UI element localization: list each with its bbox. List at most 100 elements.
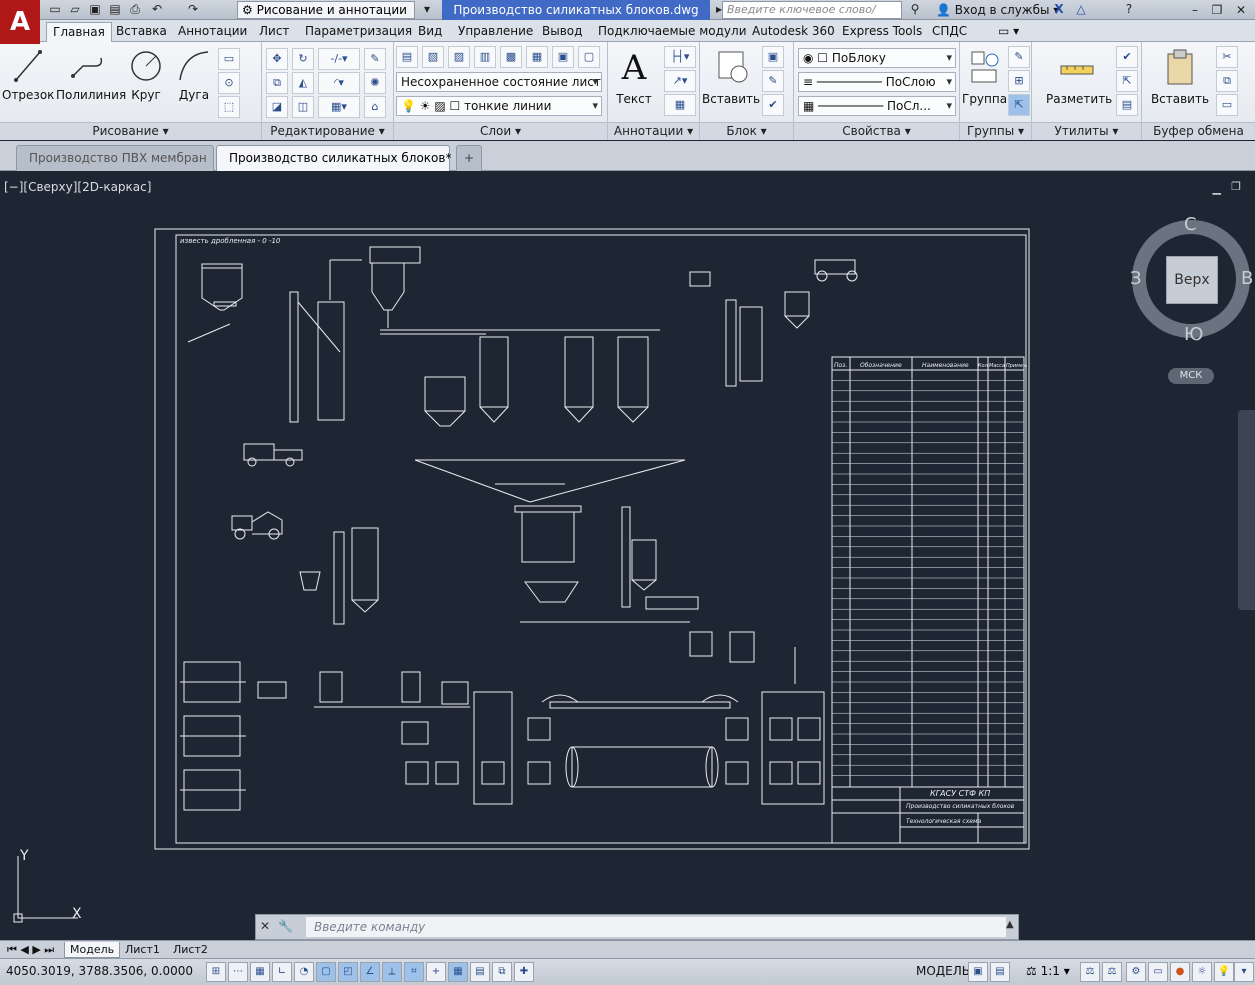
transparency-icon[interactable]: ▦ (448, 962, 468, 982)
save-as-icon[interactable]: ▤ (106, 1, 124, 18)
snap-mode-icon[interactable]: ⋯ (228, 962, 248, 982)
color-select[interactable]: ◉ ☐ ПоБлоку (798, 48, 956, 68)
layer-off-icon[interactable]: ▩ (500, 46, 522, 68)
block-edit-icon[interactable]: ✎ (762, 70, 784, 92)
help-search-input[interactable]: Введите ключевое слово/фразу (722, 1, 902, 32)
layer-state-select[interactable]: Несохраненное состояние листа (396, 72, 602, 92)
viewcube-south[interactable]: Ю (1184, 324, 1203, 345)
viewcube[interactable]: Верх С Ю З В (1128, 214, 1255, 346)
fillet-icon[interactable]: ◜▾ (318, 72, 360, 94)
infer-constraints-icon[interactable]: ⊞ (206, 962, 226, 982)
layer-match-icon[interactable]: ▨ (448, 46, 470, 68)
arc-button[interactable]: Дуга (168, 46, 220, 116)
command-settings-icon[interactable]: 🔧 (278, 919, 293, 933)
modify-panel-title[interactable]: Редактирование ▾ (262, 122, 393, 140)
viewcube-west[interactable]: З (1130, 268, 1142, 289)
command-history-icon[interactable]: ▲ (1006, 919, 1014, 930)
layout-tab-sheet1[interactable]: Лист1 (120, 942, 165, 958)
linetype-select[interactable]: ≡ ───────── ПоСлою (798, 72, 956, 92)
doc-tab-silicate[interactable]: Производство силикатных блоков* ✕ (216, 145, 469, 171)
match-properties-icon[interactable]: ▭ (1216, 94, 1238, 116)
hardware-acceleration-icon[interactable]: ● (1170, 962, 1190, 982)
mirror-icon[interactable]: ◭ (292, 72, 314, 94)
tab-view[interactable]: Вид (412, 22, 448, 42)
command-close-icon[interactable]: ✕ (260, 919, 270, 933)
drawing-canvas[interactable]: [−][Сверху][2D-каркас] ▁ ❐ известь дробл… (0, 172, 1255, 937)
print-icon[interactable]: ⎙ (126, 1, 144, 18)
selection-cycling-icon[interactable]: ⧉ (492, 962, 512, 982)
new-tab-icon[interactable]: + (456, 145, 482, 171)
a360-icon[interactable]: △ (1072, 1, 1090, 18)
signin-button[interactable]: 👤 Вход в службы ▾ (936, 0, 1059, 20)
array-icon[interactable]: ▦▾ (318, 96, 360, 118)
block-attribute-icon[interactable]: ✔ (762, 94, 784, 116)
block-panel-title[interactable]: Блок ▾ (700, 122, 793, 140)
copy-icon[interactable]: ⧉ (266, 72, 288, 94)
hatch-icon[interactable]: ⊙ (218, 72, 240, 94)
isolate-objects-icon[interactable]: ☼ (1192, 962, 1212, 982)
auto-scale-icon[interactable]: ⚖ (1102, 962, 1122, 982)
tab-parametric[interactable]: Параметризация (299, 22, 418, 42)
tab-manage[interactable]: Управление (452, 22, 539, 42)
ucs-menu[interactable]: МСК (1168, 368, 1214, 384)
dyn-icon[interactable]: ⌗ (404, 962, 424, 982)
text-button[interactable]: A Текст (610, 46, 658, 116)
dimension-icon[interactable]: ├┤▾ (664, 46, 696, 68)
help-icon[interactable]: ? (1120, 1, 1138, 18)
annotation-monitor-icon[interactable]: ✚ (514, 962, 534, 982)
viewcube-north[interactable]: С (1184, 214, 1197, 235)
offset-icon[interactable]: ⌂ (364, 96, 386, 118)
quick-view-layouts-icon[interactable]: ▣ (968, 962, 988, 982)
navigation-bar[interactable] (1238, 410, 1255, 610)
lineweight-icon[interactable]: + (426, 962, 446, 982)
scale-icon[interactable]: ◫ (292, 96, 314, 118)
layer-properties-icon[interactable]: ▤ (396, 46, 418, 68)
quick-access-menu-icon[interactable]: ▾ (418, 1, 436, 18)
tab-output[interactable]: Вывод (536, 22, 588, 42)
tab-plugins[interactable]: Подключаемые модули (592, 22, 753, 42)
table-icon[interactable]: ▦ (664, 94, 696, 116)
ungroup-icon[interactable]: ✎ (1008, 46, 1030, 68)
clipboard-panel-title[interactable]: Буфер обмена (1142, 122, 1255, 140)
layer-lock-icon[interactable]: ▣ (552, 46, 574, 68)
quick-select-icon[interactable]: ✔ (1116, 46, 1138, 68)
undo-icon[interactable]: ↶ (148, 1, 166, 18)
cut-icon[interactable]: ✂ (1216, 46, 1238, 68)
properties-panel-title[interactable]: Свойства ▾ (794, 122, 959, 140)
ortho-icon[interactable]: ∟ (272, 962, 292, 982)
quick-view-drawings-icon[interactable]: ▤ (990, 962, 1010, 982)
3d-osnap-icon[interactable]: ◰ (338, 962, 358, 982)
layer-isolate-icon[interactable]: ▥ (474, 46, 496, 68)
viewcube-top-face[interactable]: Верх (1166, 256, 1218, 304)
rectangle-icon[interactable]: ▭ (218, 48, 240, 70)
ribbon-options-icon[interactable]: ▭ ▾ (992, 22, 1025, 42)
redo-icon[interactable]: ↷ (184, 1, 202, 18)
restore-icon[interactable]: ❐ (1206, 0, 1228, 20)
annotation-panel-title[interactable]: Аннотации ▾ (608, 122, 699, 140)
tab-insert[interactable]: Вставка (110, 22, 173, 42)
group-edit-icon[interactable]: ⊞ (1008, 70, 1030, 92)
layers-panel-title[interactable]: Слои ▾ (394, 122, 607, 140)
status-menu-icon[interactable]: ▾ (1234, 962, 1254, 982)
paste-button[interactable]: Вставить (1150, 46, 1210, 116)
polar-icon[interactable]: ◔ (294, 962, 314, 982)
erase-icon[interactable]: ✎ (364, 48, 386, 70)
block-insert-button[interactable]: Вставить (702, 46, 760, 116)
autocad-logo[interactable]: A (0, 0, 40, 44)
stretch-icon[interactable]: ◪ (266, 96, 288, 118)
layout-tab-sheet2[interactable]: Лист2 (168, 942, 213, 958)
group-button[interactable]: Группа (962, 46, 1007, 116)
doc-tab-pvc[interactable]: Производство ПВХ мембран (16, 145, 214, 171)
circle-button[interactable]: Круг (120, 46, 172, 116)
save-icon[interactable]: ▣ (86, 1, 104, 18)
layout-nav-icons[interactable]: ⏮ ◀ ▶ ⏭ (2, 942, 59, 958)
grid-icon[interactable]: ▦ (250, 962, 270, 982)
draw-panel-title[interactable]: Рисование ▾ (0, 122, 261, 140)
ellipse-icon[interactable]: ⬚ (218, 96, 240, 118)
polyline-button[interactable]: Полилиния (56, 46, 126, 116)
block-create-icon[interactable]: ▣ (762, 46, 784, 68)
tab-express-tools[interactable]: Express Tools (836, 22, 928, 42)
model-space-toggle[interactable]: МОДЕЛЬ (916, 964, 970, 978)
viewcube-east[interactable]: В (1241, 268, 1253, 289)
tab-spds[interactable]: СПДС (926, 22, 973, 42)
